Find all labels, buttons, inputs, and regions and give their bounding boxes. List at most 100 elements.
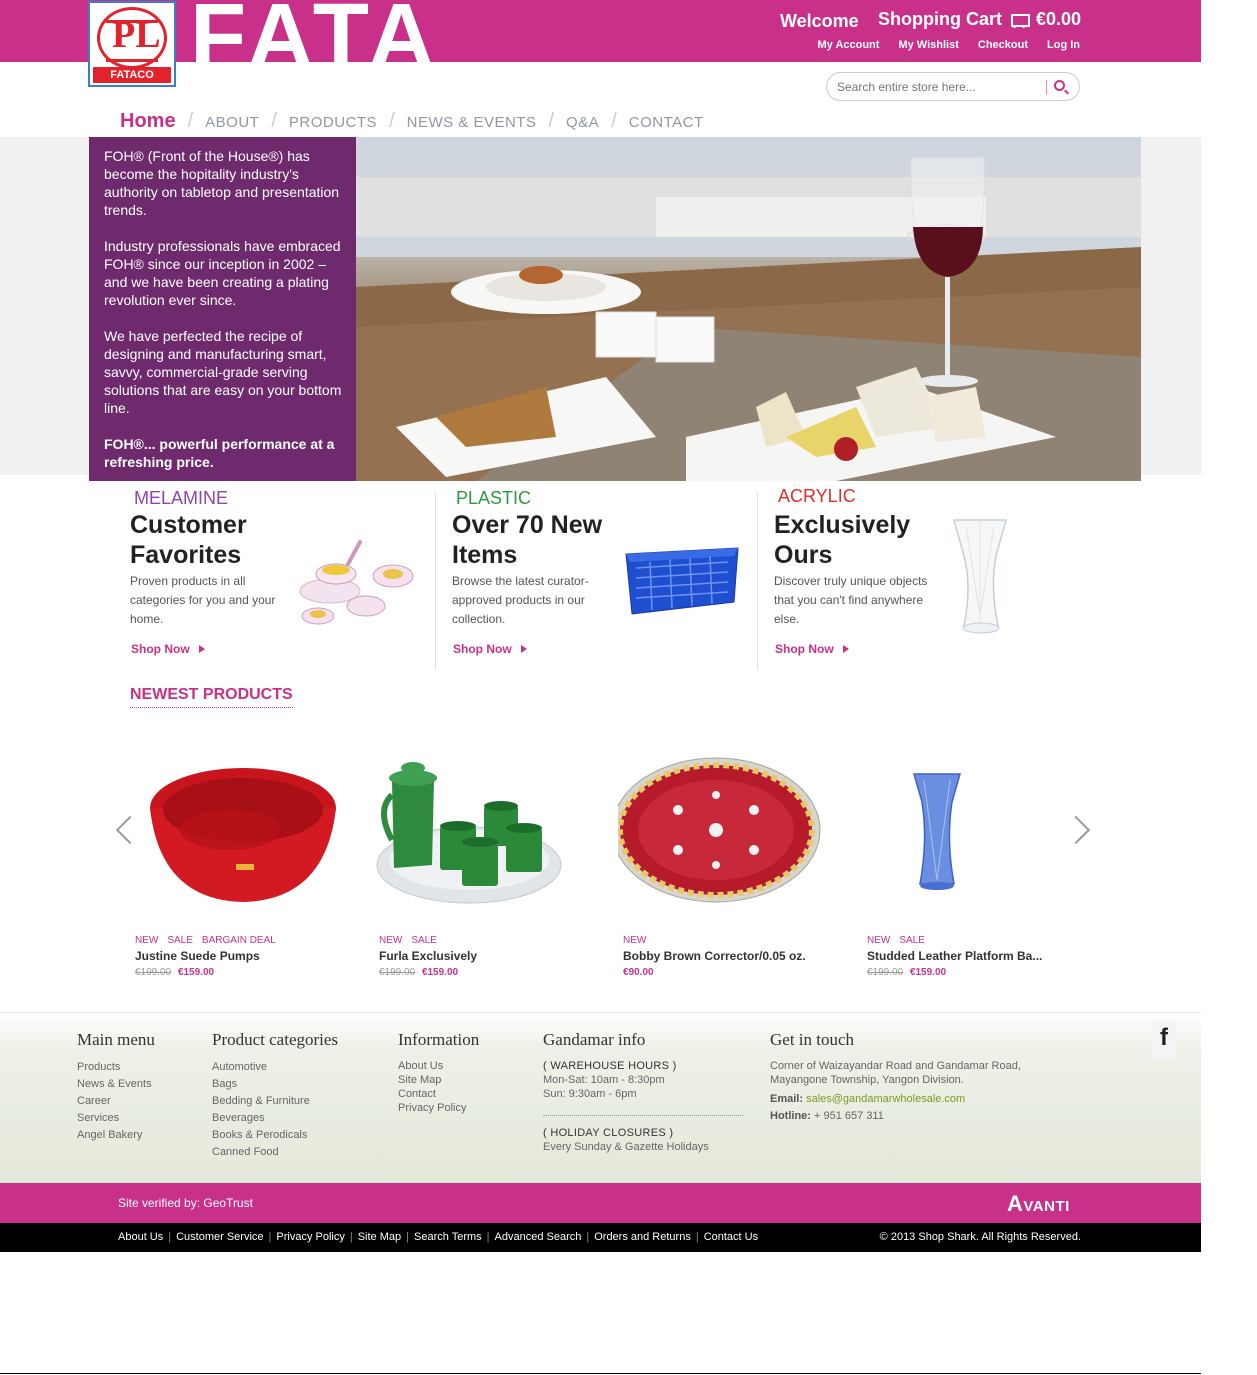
avanti-logo[interactable]: Avanti xyxy=(1007,1191,1070,1217)
hero-image[interactable] xyxy=(356,137,1141,481)
footer-link[interactable]: Canned Food xyxy=(212,1144,338,1161)
product-card[interactable]: NEW SALE Furla Exclusively €199.00 €159.… xyxy=(374,740,604,990)
search-box xyxy=(826,72,1080,101)
promo-divider xyxy=(757,492,758,670)
nav-about[interactable]: ABOUT xyxy=(205,114,259,131)
shop-now-label: Shop Now xyxy=(453,642,512,656)
fataco-logo[interactable]: PL FATACO xyxy=(88,1,176,87)
nav-products[interactable]: PRODUCTS xyxy=(289,114,377,131)
footer-link[interactable]: About Us xyxy=(398,1059,479,1073)
footer-link[interactable]: Products xyxy=(77,1059,155,1076)
footer-link[interactable]: Bedding & Furniture xyxy=(212,1093,338,1110)
bottom-link-site-map[interactable]: Site Map xyxy=(358,1231,401,1243)
melamine-tableware-image xyxy=(299,540,414,625)
site-verified-text: Site verified by: GeoTrust xyxy=(118,1196,253,1210)
bottom-link-customer-service[interactable]: Customer Service xyxy=(176,1231,263,1243)
bottom-link-contact[interactable]: Contact Us xyxy=(704,1231,758,1243)
footer-link[interactable]: Angel Bakery xyxy=(77,1127,155,1144)
hero-text-panel: FOH® (Front of the House®) has become th… xyxy=(89,137,356,481)
footer-heading: Get in touch xyxy=(770,1030,855,1049)
product-name[interactable]: Justine Suede Pumps xyxy=(135,949,260,963)
footer-link[interactable]: Automotive xyxy=(212,1059,338,1076)
product-card[interactable]: NEW SALE Studded Leather Platform Ba... … xyxy=(862,740,1092,990)
footer-information: Information About Us Site Map Contact Pr… xyxy=(398,1030,479,1115)
shop-now-label: Shop Now xyxy=(131,642,190,656)
badge-bargain: BARGAIN DEAL xyxy=(201,935,276,946)
shop-now-link[interactable]: Shop Now xyxy=(453,642,527,656)
nav-divider: / xyxy=(611,110,617,132)
price: €159.00 xyxy=(177,967,215,978)
facebook-icon[interactable]: f xyxy=(1152,1021,1176,1059)
login-link[interactable]: Log In xyxy=(1047,39,1080,51)
link-separator: | xyxy=(695,1231,699,1243)
footer-get-in-touch: Get in touch Corner of Waizayandar Road … xyxy=(770,1030,1021,1125)
footer-link[interactable]: Books & Perodicals xyxy=(212,1127,338,1144)
search-input[interactable] xyxy=(837,78,1037,96)
bottom-link-advanced-search[interactable]: Advanced Search xyxy=(495,1231,582,1243)
closures-text: Every Sunday & Gazette Holidays xyxy=(543,1141,709,1153)
hero-paragraph: We have perfected the recipe of designin… xyxy=(104,328,342,416)
shop-now-link[interactable]: Shop Now xyxy=(775,642,849,656)
promo-melamine: MELAMINE Customer Favorites Proven produ… xyxy=(130,488,450,673)
account-links: My Account My Wishlist Checkout Log In xyxy=(818,39,1080,51)
footer-link[interactable]: Career xyxy=(77,1093,155,1110)
product-card[interactable]: NEW Bobby Brown Corrector/0.05 oz. €90.0… xyxy=(618,740,848,990)
product-badges: NEW SALE BARGAIN DEAL xyxy=(135,935,276,946)
bottom-link-about[interactable]: About Us xyxy=(118,1231,163,1243)
my-account-link[interactable]: My Account xyxy=(818,39,880,51)
nav-news-events[interactable]: NEWS & EVENTS xyxy=(407,114,537,131)
nav-divider: / xyxy=(548,110,555,132)
promo-kicker: MELAMINE xyxy=(134,488,229,508)
footer-heading: Information xyxy=(398,1030,480,1049)
link-separator: | xyxy=(406,1231,409,1243)
footer-link[interactable]: News & Events xyxy=(77,1076,155,1093)
cart-total: €0.00 xyxy=(1036,9,1082,29)
badge-sale: SALE xyxy=(411,935,437,946)
footer-link[interactable]: Bags xyxy=(212,1076,338,1093)
my-wishlist-link[interactable]: My Wishlist xyxy=(898,39,958,51)
nav-qa[interactable]: Q&A xyxy=(566,114,599,131)
footer-main-menu: Main menu Products News & Events Career … xyxy=(77,1030,155,1144)
link-separator: | xyxy=(168,1231,172,1243)
email-link[interactable]: sales@gandamarwholesale.com xyxy=(806,1093,965,1105)
shop-now-link[interactable]: Shop Now xyxy=(131,642,205,656)
hotline-number: + 951 657 311 xyxy=(814,1110,884,1122)
product-prices: €90.00 xyxy=(623,967,654,978)
nav-contact[interactable]: CONTACT xyxy=(629,114,704,131)
product-prices: €199.00 €159.00 xyxy=(867,967,946,978)
acrylic-vase-image xyxy=(953,519,1007,634)
product-name[interactable]: Studded Leather Platform Ba... xyxy=(867,949,1042,963)
cart-label: Shopping Cart xyxy=(878,9,1002,29)
promo-kicker: ACRYLIC xyxy=(778,486,856,506)
bottom-link-privacy[interactable]: Privacy Policy xyxy=(276,1231,344,1243)
search-icon[interactable] xyxy=(1054,80,1065,91)
product-name[interactable]: Bobby Brown Corrector/0.05 oz. xyxy=(623,949,806,963)
carousel-prev-icon[interactable] xyxy=(114,815,130,843)
old-price: €199.00 xyxy=(135,967,172,978)
badge-new: NEW xyxy=(379,935,403,946)
nav-home[interactable]: Home xyxy=(120,110,176,133)
hero-paragraph: FOH® (Front of the House®) has become th… xyxy=(104,148,340,218)
footer-link[interactable]: Privacy Policy xyxy=(398,1101,479,1115)
promo-plastic: PLASTIC Over 70 New Items Browse the lat… xyxy=(452,488,772,673)
link-separator: | xyxy=(268,1231,272,1243)
product-name[interactable]: Furla Exclusively xyxy=(379,949,477,963)
bottom-link-search-terms[interactable]: Search Terms xyxy=(414,1231,482,1243)
footer-link[interactable]: Services xyxy=(77,1110,155,1127)
price: €159.00 xyxy=(909,967,947,978)
nav-divider: / xyxy=(187,110,194,132)
shopping-cart-link[interactable]: Shopping Cart €0.00 xyxy=(878,9,1081,30)
checkout-link[interactable]: Checkout xyxy=(978,39,1028,51)
footer-link[interactable]: Contact xyxy=(398,1087,479,1101)
product-card[interactable]: NEW SALE BARGAIN DEAL Justine Suede Pump… xyxy=(130,740,360,990)
footer-heading: Gandamar info xyxy=(543,1030,646,1049)
email-row: Email: sales@gandamarwholesale.com xyxy=(770,1091,1021,1108)
footer-divider xyxy=(543,1115,743,1116)
footer-link[interactable]: Site Map xyxy=(398,1073,479,1087)
bottom-link-orders-returns[interactable]: Orders and Returns xyxy=(594,1231,691,1243)
product-badges: NEW SALE xyxy=(379,935,437,946)
main-nav: Home / ABOUT / PRODUCTS / NEWS & EVENTS … xyxy=(120,110,704,133)
footer-link[interactable]: Beverages xyxy=(212,1110,338,1127)
hours-line: Sun: 9:30am - 6pm xyxy=(543,1088,637,1100)
arrow-right-icon xyxy=(520,645,527,653)
